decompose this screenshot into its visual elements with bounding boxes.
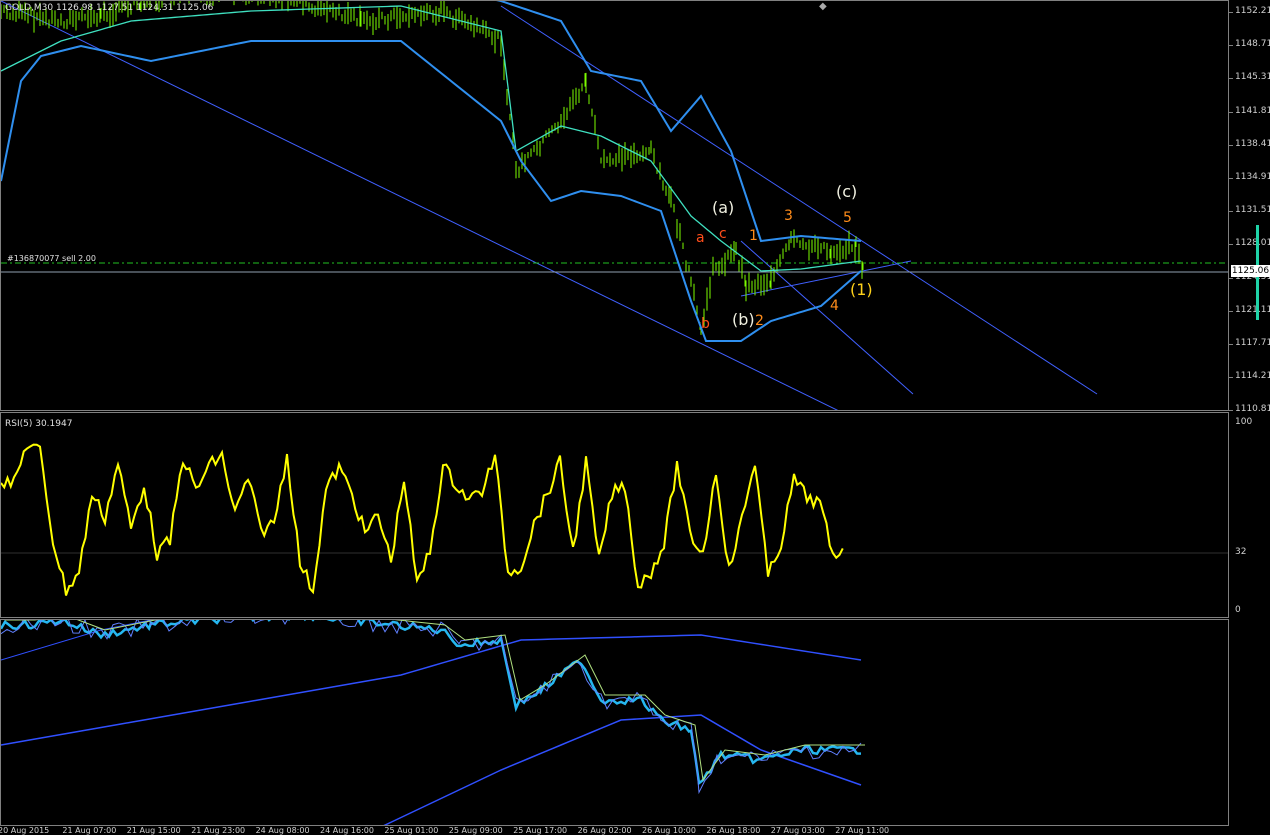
- price-tick: [1229, 144, 1233, 146]
- current-price-tag: 1125.06: [1231, 265, 1270, 277]
- price-axis-label: 1128.01: [1235, 238, 1270, 249]
- price-axis-label: 1141.81: [1235, 105, 1270, 116]
- price-tick: [1229, 211, 1233, 213]
- price-axis-label: 1134.91: [1235, 172, 1270, 182]
- time-axis-label: 26 Aug 02:00: [577, 826, 632, 835]
- wave-label-1-paren: (1): [850, 280, 873, 299]
- osc-lower-envelope: [383, 714, 862, 825]
- price-chart-pane[interactable]: GOLD,M30 1126.98 1127.51 1124.31 1125.06…: [0, 0, 1229, 411]
- time-axis-label: 27 Aug 03:00: [770, 826, 825, 835]
- price-axis-label: 1148.71: [1235, 39, 1270, 50]
- wave-label-2: 2: [755, 313, 764, 329]
- price-tick: [1229, 78, 1233, 80]
- price-tick: [1229, 12, 1233, 13]
- price-axis-label: 1145.31: [1235, 72, 1270, 83]
- rsi-line: [1, 443, 844, 596]
- price-tick: [1229, 377, 1233, 379]
- wave-label-3: 3: [784, 208, 793, 224]
- price-chart-canvas: [1, 1, 1228, 410]
- oscillator-axis[interactable]: [1229, 619, 1270, 826]
- price-axis[interactable]: 1152.21 1148.71 1145.31 1141.81 1138.41 1134.…: [1229, 0, 1270, 414]
- time-axis-label: 24 Aug 08:00: [255, 826, 310, 835]
- oscillator-canvas: [1, 620, 865, 825]
- price-axis-label: 1117.71: [1235, 338, 1270, 348]
- trendline-fan: [740, 240, 914, 395]
- channel-line-upper: [500, 5, 1098, 395]
- price-axis-label: 1121.11: [1235, 304, 1270, 315]
- wave-label-5: 5: [843, 210, 852, 226]
- wave-label-a-small: a: [696, 230, 705, 246]
- price-tick: [1229, 111, 1233, 113]
- osc-fast-line: [1, 620, 862, 786]
- close-icon[interactable]: ◆: [819, 1, 827, 12]
- wave-label-1: 1: [749, 228, 758, 244]
- price-tick: [1229, 45, 1233, 47]
- wave-label-b-small: b: [701, 316, 710, 332]
- osc-slow-line: [1, 620, 154, 661]
- osc-band-line: [1, 620, 862, 795]
- price-tick: [1229, 244, 1233, 246]
- rsi-canvas: [1, 443, 1228, 596]
- time-axis-label: 25 Aug 09:00: [448, 826, 503, 835]
- rsi-level-0: 0: [1235, 605, 1241, 615]
- price-tick: [1229, 178, 1233, 179]
- rsi-level-32: 32: [1235, 547, 1247, 557]
- price-axis-label: 1114.21: [1235, 371, 1270, 382]
- bollinger-lower: [1, 40, 862, 342]
- rsi-pane[interactable]: RSI(5) 30.1947: [0, 412, 1229, 618]
- time-axis-label: 20 Aug 2015: [0, 826, 50, 835]
- time-axis-label: 26 Aug 10:00: [642, 826, 696, 835]
- time-axis-label: 27 Aug 11:00: [835, 826, 890, 835]
- order-line-label[interactable]: #136870077 sell 2.00: [7, 254, 96, 263]
- osc-upper-envelope: [1, 634, 862, 746]
- time-axis-label: 21 Aug 07:00: [62, 826, 117, 835]
- rsi-level-100: 100: [1235, 417, 1253, 427]
- time-axis-label: 21 Aug 15:00: [126, 826, 181, 835]
- wave-label-c-small: c: [719, 226, 727, 242]
- time-axis-label: 26 Aug 18:00: [706, 826, 761, 835]
- rsi-title: RSI(5) 30.1947: [5, 419, 73, 429]
- time-axis[interactable]: 20 Aug 2015 21 Aug 07:00 21 Aug 15:00 21 Au…: [0, 826, 1229, 835]
- wave-label-c-paren: (c): [836, 182, 858, 201]
- price-axis-label: 1131.51: [1235, 205, 1270, 216]
- oscillator-pane[interactable]: [0, 619, 1229, 826]
- chart-title: GOLD,M30 1126.98 1127.51 1124.31 1125.06: [5, 3, 214, 13]
- wave-label-4: 4: [830, 298, 839, 314]
- wave-label-b-paren: (b): [732, 310, 755, 329]
- time-axis-label: 25 Aug 01:00: [384, 826, 439, 835]
- price-tick: [1229, 344, 1233, 345]
- moving-average: [1, 5, 862, 272]
- time-axis-label: 25 Aug 17:00: [513, 826, 568, 835]
- rsi-axis[interactable]: 100 32 0: [1229, 412, 1270, 618]
- osc-signal-line: [5, 620, 865, 782]
- price-tick: [1229, 277, 1233, 279]
- time-axis-label: 21 Aug 23:00: [191, 826, 246, 835]
- price-axis-label: 1138.41: [1235, 138, 1270, 149]
- time-axis-label: 24 Aug 16:00: [320, 826, 374, 835]
- wave-label-a-paren: (a): [712, 198, 735, 217]
- price-tick: [1229, 310, 1233, 312]
- price-axis-label: 1152.21: [1235, 6, 1270, 16]
